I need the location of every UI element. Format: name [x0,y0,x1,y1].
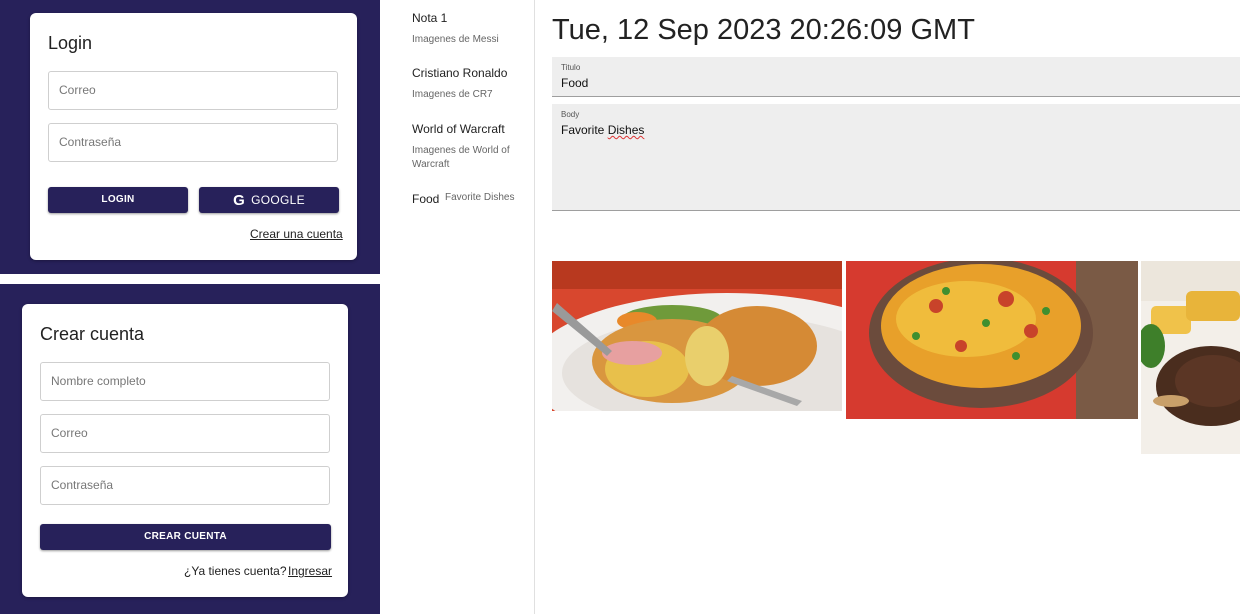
login-password-field[interactable]: Contraseña [48,123,338,162]
misspelled-word: Dishes [607,123,645,137]
note-subtitle: Imagenes de World of Warcraft [412,145,510,170]
note-subtitle: Favorite Dishes [445,192,515,203]
note-subtitle: Imagenes de CR7 [412,89,493,100]
body-field-value: Favorite Dishes [561,123,644,137]
login-email-field[interactable]: Correo [48,71,338,110]
google-button-label: GOOGLE [251,193,305,207]
title-field-value: Food [561,76,589,90]
google-button[interactable]: G GOOGLE [199,187,339,213]
cordon-bleu-image [552,261,842,411]
note-title: Cristiano Ronaldo [412,66,508,80]
note-date-heading: Tue, 12 Sep 2023 20:26:09 GMT [552,14,975,46]
note-subtitle: Imagenes de Messi [412,34,499,45]
signup-card: Crear cuenta Nombre completo Correo Cont… [22,304,348,597]
signup-password-field[interactable]: Contraseña [40,466,330,505]
fullname-field[interactable]: Nombre completo [40,362,330,401]
google-icon: G [233,192,246,209]
create-account-link[interactable]: Crear una cuenta [250,227,343,241]
login-card: Login Correo Contraseña LOGIN G GOOGLE Cr… [30,13,357,260]
create-account-button[interactable]: CREAR CUENTA [40,524,331,550]
login-panel: Login Correo Contraseña LOGIN G GOOGLE Cr… [0,0,380,274]
title-field-label: Titulo [561,63,581,72]
signup-email-field[interactable]: Correo [40,414,330,453]
body-field-label: Body [561,110,580,119]
login-title: Login [48,33,93,53]
signup-title: Crear cuenta [40,324,145,344]
login-button[interactable]: LOGIN [48,187,188,213]
body-text: Favorite [561,123,608,137]
note-title: Nota 1 [412,11,448,25]
have-account-text: ¿Ya tienes cuenta? [184,564,287,578]
note-title: Food [412,192,440,206]
title-field[interactable]: Titulo Food [552,57,1240,97]
note-title: World of Warcraft [412,122,505,136]
paella-image [846,261,1138,419]
notes-list: Nota 1 Imagenes de Messi Cristiano Ronal… [390,0,535,614]
login-link[interactable]: Ingresar [288,564,332,578]
body-field[interactable]: Body Favorite Dishes [552,104,1240,211]
steak-image [1141,261,1240,454]
